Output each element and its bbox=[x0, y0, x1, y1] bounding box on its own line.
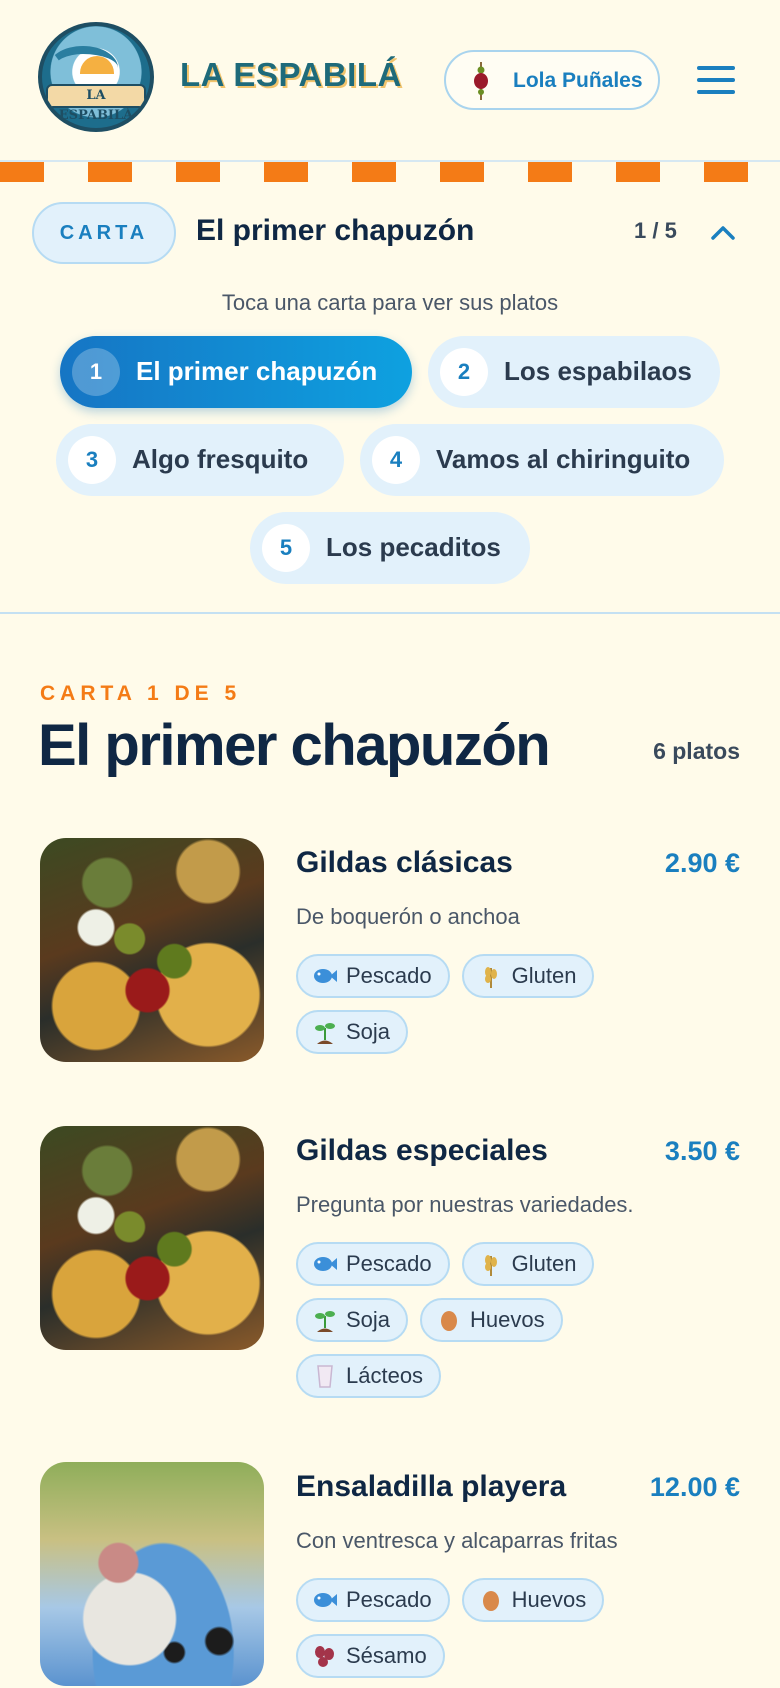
dish-count: 6 platos bbox=[653, 738, 740, 764]
dish-photo bbox=[40, 1126, 264, 1350]
fish-icon bbox=[312, 1251, 338, 1277]
chip-number: 4 bbox=[372, 436, 420, 484]
section-eyebrow: CARTA 1 DE 5 bbox=[40, 682, 242, 705]
chip-label: Algo fresquito bbox=[132, 444, 309, 474]
egg-icon bbox=[478, 1587, 504, 1613]
carta-chip-2[interactable]: 2 Los espabilaos bbox=[428, 336, 720, 408]
dish-name: Gildas especiales bbox=[296, 1134, 548, 1167]
allergen-tag: Soja bbox=[296, 1010, 409, 1054]
dish-price: 3.50 € bbox=[664, 1136, 740, 1166]
selector-hint: Toca una carta para ver sus platos bbox=[221, 290, 559, 315]
logo[interactable]: LA ESPABILÁ bbox=[38, 22, 154, 132]
dish-name: Gildas clásicas bbox=[296, 846, 513, 879]
wheat-icon bbox=[478, 1251, 504, 1277]
carta-chip-5[interactable]: 5 Los pecaditos bbox=[250, 512, 530, 584]
chip-label: El primer chapuzón bbox=[136, 356, 378, 386]
allergen-tag: Huevos bbox=[420, 1298, 563, 1342]
allergen-tag: Pescado bbox=[296, 1578, 450, 1622]
chip-number: 2 bbox=[440, 348, 488, 396]
allergen-tags: Pescado Huevos Sésamo bbox=[296, 1578, 716, 1678]
chip-number: 3 bbox=[68, 436, 116, 484]
chip-label: Los espabilaos bbox=[504, 356, 692, 386]
chip-number: 5 bbox=[262, 524, 310, 572]
menu-icon[interactable] bbox=[697, 66, 735, 94]
egg-icon bbox=[436, 1307, 462, 1333]
wheat-icon bbox=[478, 963, 504, 989]
allergen-tag: Soja bbox=[296, 1298, 409, 1342]
allergen-tag: Gluten bbox=[461, 1242, 595, 1286]
allergen-tags: Pescado Gluten Soja Huevos Lácteos bbox=[296, 1242, 716, 1398]
carta-chip-1[interactable]: 1 El primer chapuzón bbox=[60, 336, 412, 408]
carta-badge[interactable]: CARTA bbox=[32, 202, 176, 264]
milk-icon bbox=[312, 1363, 338, 1389]
skewer-icon bbox=[474, 62, 488, 100]
section-divider bbox=[0, 612, 780, 614]
fish-icon bbox=[312, 1587, 338, 1613]
chevron-up-icon[interactable] bbox=[708, 220, 738, 244]
user-button[interactable]: Lola Puñales bbox=[444, 50, 660, 110]
dish-description: De boquerón o anchoa bbox=[296, 904, 520, 929]
sprout-icon bbox=[312, 1019, 338, 1045]
chip-label: Vamos al chiringuito bbox=[436, 444, 691, 474]
allergen-tags: Pescado Gluten Soja bbox=[296, 954, 716, 1054]
dish-photo bbox=[40, 1462, 264, 1686]
allergen-tag: Pescado bbox=[296, 1242, 450, 1286]
allergen-tag: Huevos bbox=[461, 1578, 605, 1622]
dish-photo bbox=[40, 838, 264, 1062]
carta-chip-4[interactable]: 4 Vamos al chiringuito bbox=[360, 424, 724, 496]
dish-price: 12.00 € bbox=[649, 1472, 740, 1502]
allergen-tag: Pescado bbox=[296, 954, 450, 998]
chip-number: 1 bbox=[72, 348, 120, 396]
sesame-icon bbox=[312, 1643, 338, 1669]
dish-name: Ensaladilla playera bbox=[296, 1470, 567, 1503]
fish-icon bbox=[312, 963, 338, 989]
dish-price: 2.90 € bbox=[664, 848, 740, 878]
app-header: LA ESPABILÁ LA ESPABILÁ Lola Puñales bbox=[0, 0, 780, 160]
section-title: El primer chapuzón bbox=[38, 713, 551, 778]
dish-description: Pregunta por nuestras variedades. bbox=[296, 1192, 634, 1217]
carta-pager: 1 / 5 bbox=[634, 218, 677, 243]
carta-chip-3[interactable]: 3 Algo fresquito bbox=[56, 424, 344, 496]
user-name: Lola Puñales bbox=[513, 69, 643, 92]
dish-description: Con ventresca y alcaparras fritas bbox=[296, 1528, 618, 1553]
allergen-tag: Gluten bbox=[461, 954, 595, 998]
brand-name[interactable]: LA ESPABILÁ bbox=[180, 56, 402, 94]
chip-label: Los pecaditos bbox=[326, 532, 501, 562]
allergen-tag: Lácteos bbox=[296, 1354, 442, 1398]
current-carta-title[interactable]: El primer chapuzón bbox=[196, 214, 474, 248]
sprout-icon bbox=[312, 1307, 338, 1333]
logo-ribbon: LA ESPABILÁ bbox=[46, 84, 146, 123]
decorative-stripe bbox=[0, 162, 780, 182]
allergen-tag: Sésamo bbox=[296, 1634, 445, 1678]
